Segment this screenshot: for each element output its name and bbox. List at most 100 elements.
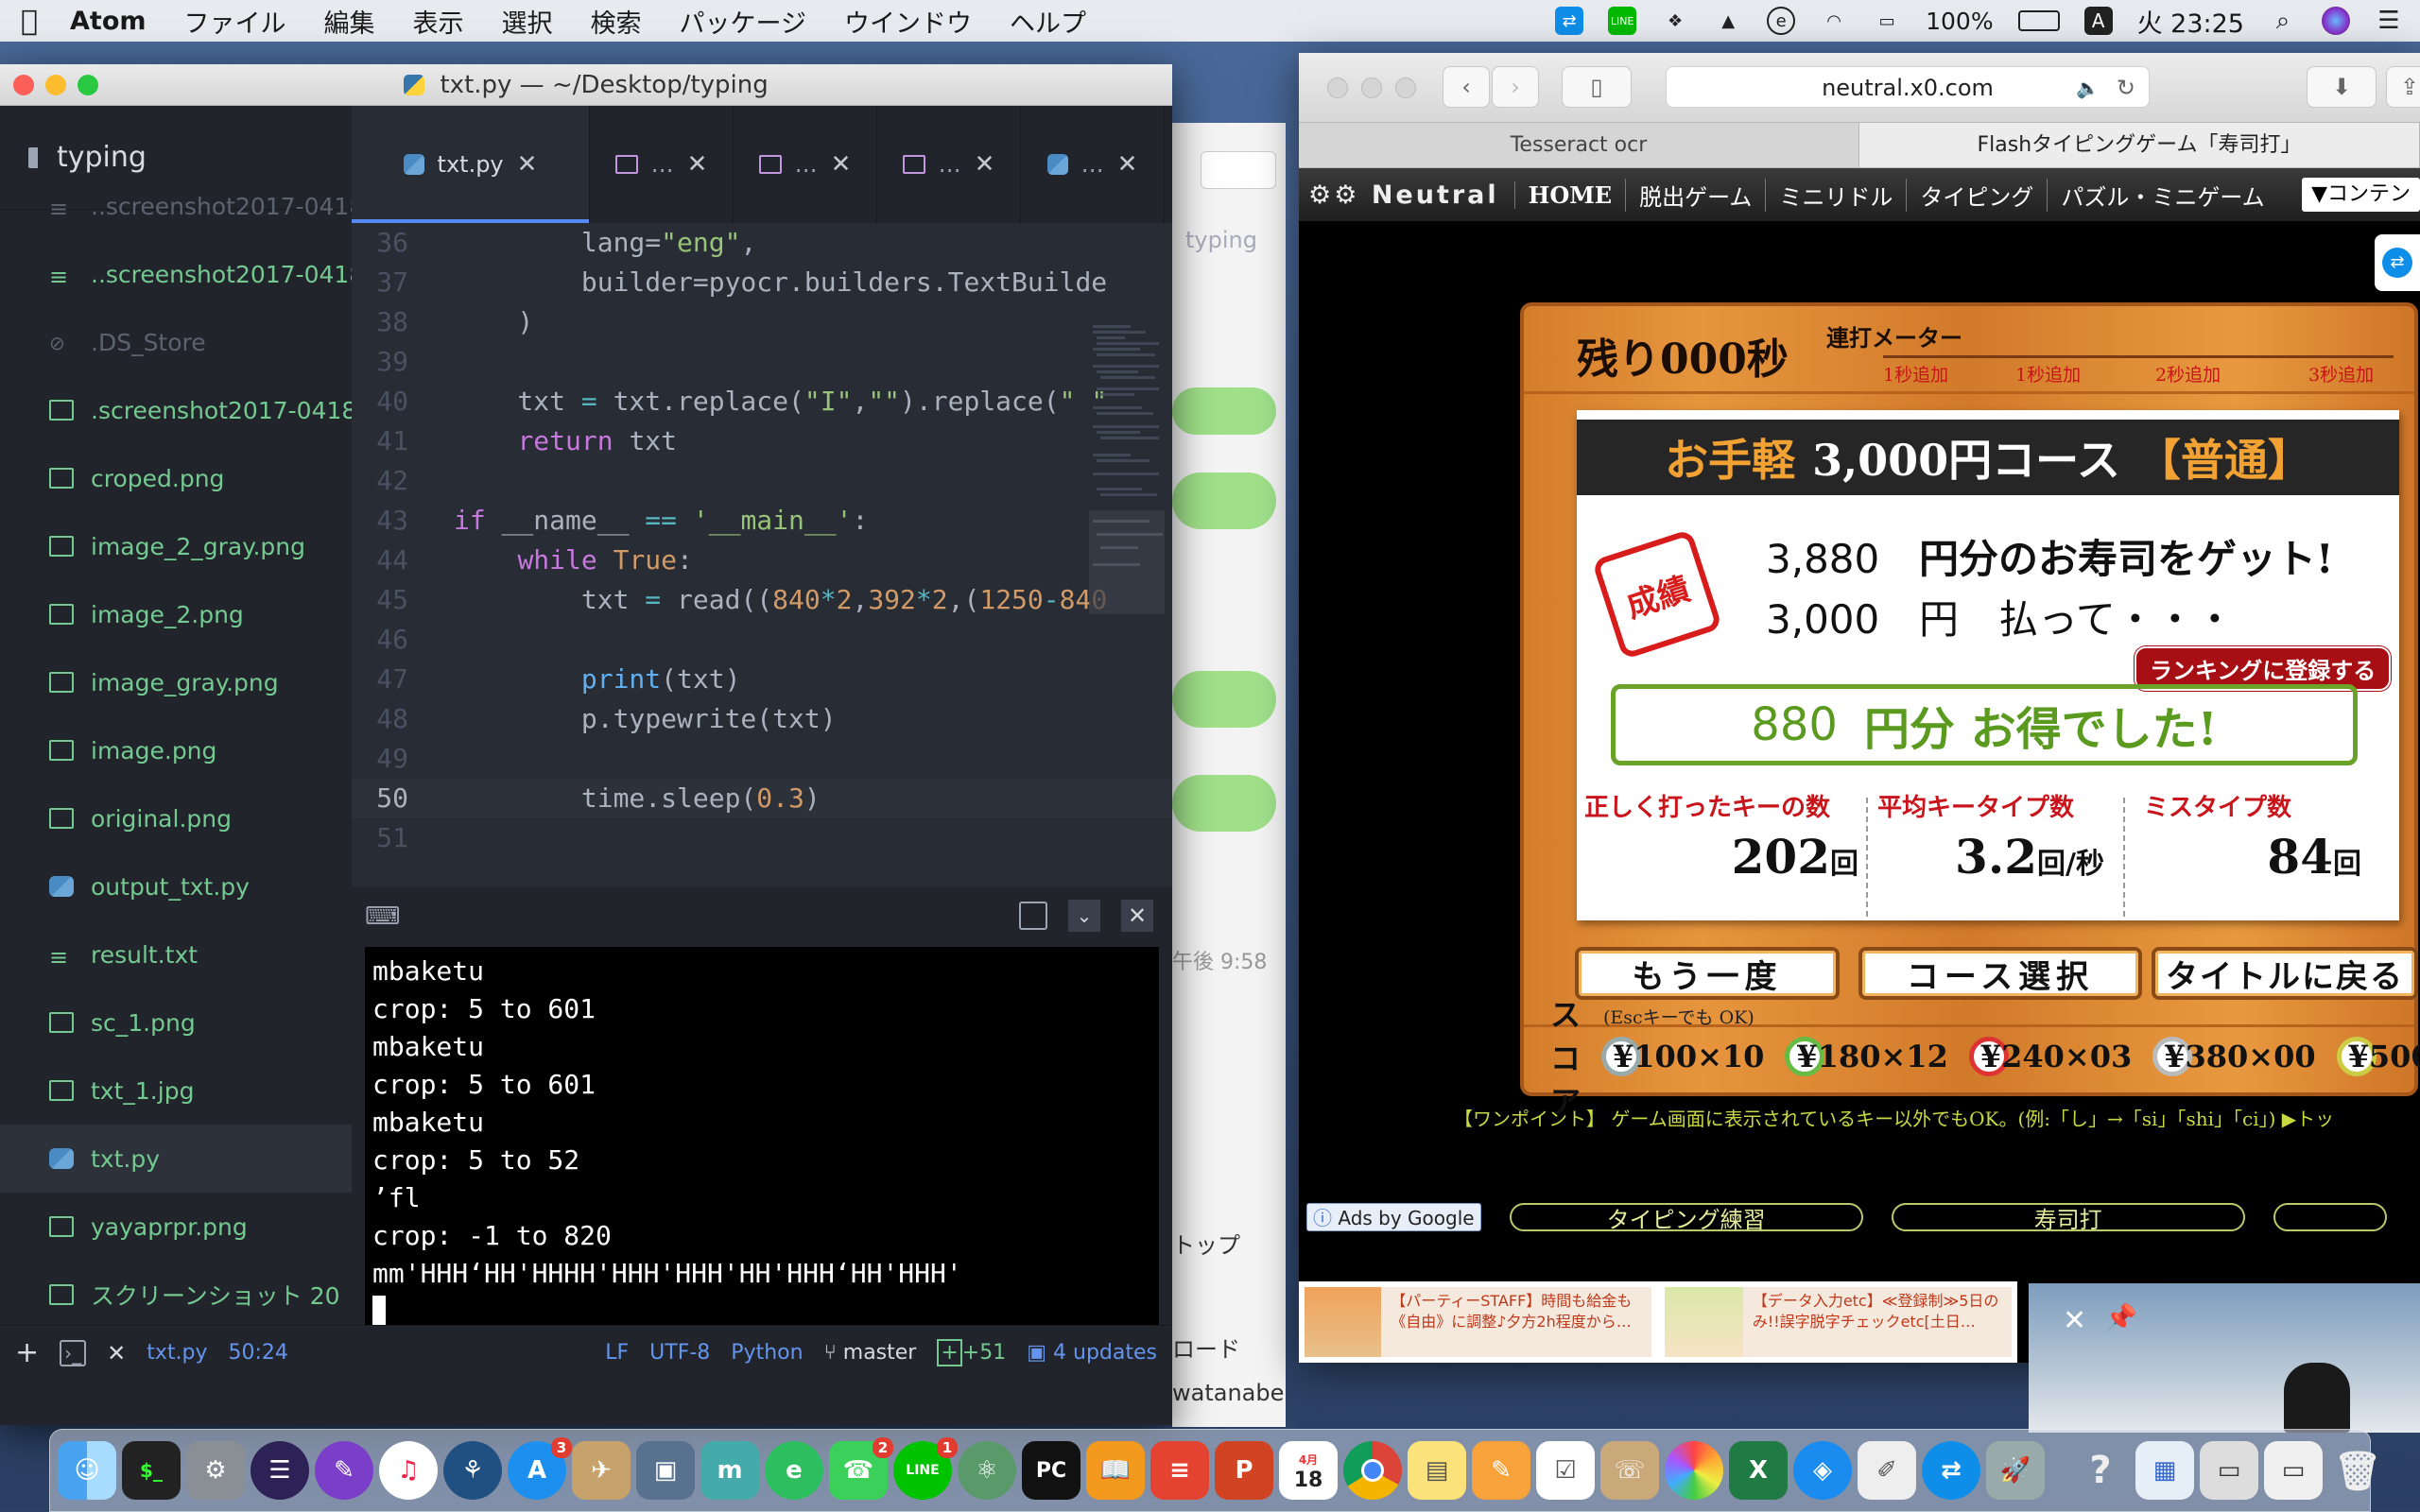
close-window-button[interactable] [13, 75, 34, 95]
nav-puzzle[interactable]: パズル・ミニゲーム [2047, 178, 2277, 212]
code-line[interactable]: 41 return txt [352, 421, 1172, 461]
close-tab-icon[interactable]: ✕ [831, 150, 852, 179]
reload-icon[interactable]: ↻ [2117, 67, 2135, 109]
tree-item[interactable]: image_gray.png [0, 648, 352, 716]
close-window-button[interactable] [1327, 77, 1348, 98]
tree-item[interactable]: .screenshot2017-0418 [0, 376, 352, 444]
code-editor[interactable]: 36 lang="eng", 37 builder=pyocr.builders.… [352, 223, 1172, 886]
eclipse-icon[interactable]: ☰ [251, 1441, 309, 1500]
add-tab-icon[interactable]: + [15, 1336, 39, 1369]
apple-icon[interactable]:  [21, 5, 38, 38]
code-line[interactable]: 36 lang="eng", [352, 223, 1172, 263]
help-icon[interactable]: ? [2071, 1441, 2130, 1500]
pycharm-icon[interactable]: PC [1022, 1441, 1080, 1500]
textedit-icon[interactable]: ✐ [1858, 1441, 1916, 1500]
code-line[interactable]: 48 p.typewrite(txt) [352, 699, 1172, 739]
ads-by-google[interactable]: ⓘ Ads by Google [1306, 1203, 1481, 1231]
audio-icon[interactable]: 🔈 [2076, 67, 2100, 109]
system-preferences-icon[interactable]: ⚙ [186, 1441, 245, 1500]
atom-icon[interactable]: ⚛ [958, 1441, 1016, 1500]
terminal-app-icon[interactable]: $_ [122, 1441, 181, 1500]
documents-stack-icon[interactable]: ▭ [2200, 1441, 2258, 1500]
contents-dropdown[interactable]: ▼コンテン [2302, 178, 2420, 212]
trash-icon[interactable]: 🗑 [2328, 1441, 2387, 1500]
tree-item[interactable]: output_txt.py [0, 852, 352, 920]
battery-icon[interactable] [2017, 10, 2060, 31]
powerpoint-icon[interactable]: P [1215, 1441, 1273, 1500]
line-icon[interactable]: LINE 1 [893, 1437, 958, 1500]
minimap[interactable] [1089, 321, 1165, 614]
photos-icon[interactable] [1665, 1441, 1723, 1500]
facetime-icon[interactable]: ☎ 2 [829, 1437, 893, 1500]
sidebar-toggle-button[interactable]: ▯ [1562, 66, 1632, 108]
ad-card[interactable]: 【データ入力etc】≪登録制≫5日のみ!!誤字脱字チェックetc[土日… [1665, 1287, 2012, 1357]
nav-escape-games[interactable]: 脱出ゲーム [1625, 178, 1765, 212]
maximize-terminal-icon[interactable] [1019, 902, 1047, 930]
menu-find[interactable]: 検索 [591, 3, 642, 40]
nav-home[interactable]: HOME [1513, 180, 1625, 209]
atom-titlebar[interactable]: txt.py — ~/Desktop/typing [0, 64, 1172, 106]
address-bar[interactable]: neutral.x0.com 🔈 ↻ [1666, 66, 2150, 108]
close-tab-icon[interactable]: ✕ [517, 150, 538, 179]
code-line[interactable]: 46 [352, 620, 1172, 660]
tree-item[interactable]: ⊘ .DS_Store [0, 308, 352, 376]
code-line[interactable]: 40 txt = txt.replace("I","").replace(" " [352, 382, 1172, 421]
keyboard-icon[interactable]: ⌨ [365, 902, 401, 931]
downloads-button[interactable]: ⬇ [2307, 66, 2377, 108]
reminders-icon[interactable]: ☑ [1536, 1441, 1595, 1500]
editor-tab[interactable]: … ✕ [734, 106, 877, 223]
status-eol[interactable]: LF [605, 1341, 629, 1365]
chrome-icon[interactable] [1343, 1441, 1402, 1500]
clock[interactable]: 火 23:25 [2137, 3, 2244, 40]
preview-icon[interactable]: ✈ [572, 1441, 631, 1500]
code-line[interactable]: 44 while True: [352, 541, 1172, 580]
minimize-window-button[interactable] [45, 75, 66, 95]
siri-icon[interactable] [2322, 7, 2350, 35]
code-line[interactable]: 45 txt = read((840*2,392*2,(1250-840 [352, 580, 1172, 620]
tree-item[interactable]: image_2_gray.png [0, 512, 352, 580]
line-status-icon[interactable]: LINE [1608, 7, 1637, 35]
code-line[interactable]: 47 print(txt) [352, 660, 1172, 699]
tree-item[interactable]: スクリーンショット 20 [0, 1261, 352, 1325]
calendar-icon[interactable]: 4月 18 [1279, 1441, 1338, 1500]
git-branch[interactable]: ⑂ master [824, 1341, 917, 1365]
menu-app-name[interactable]: Atom [70, 7, 147, 36]
status-encoding[interactable]: UTF-8 [649, 1341, 710, 1365]
nav-typing[interactable]: タイピング [1906, 178, 2047, 212]
tree-item[interactable]: yayaprpr.png [0, 1193, 352, 1261]
itunes-icon[interactable]: ♫ [379, 1441, 438, 1500]
editor-tab[interactable]: … ✕ [1021, 106, 1165, 223]
menu-view[interactable]: 表示 [413, 3, 464, 40]
close-tab-icon[interactable]: ✕ [1117, 150, 1138, 179]
code-line[interactable]: 39 [352, 342, 1172, 382]
code-line[interactable]: 50 time.sleep(0.3) [352, 779, 1172, 818]
menu-window[interactable]: ウインドウ [844, 3, 972, 40]
ad-card[interactable]: 【パーティーSTAFF】時間も給金も《自由》に調整♪夕方2h程度から… [1305, 1287, 1651, 1357]
tree-item[interactable]: original.png [0, 784, 352, 852]
launchpad-icon[interactable]: 🚀 [1986, 1441, 2045, 1500]
status-grammar[interactable]: Python [731, 1341, 803, 1365]
back-to-title-button[interactable]: タイトルに戻る [2152, 947, 2418, 1000]
code-line[interactable]: 38 ) [352, 302, 1172, 342]
contacts-icon[interactable]: ☏ [1600, 1441, 1659, 1500]
pen-app-icon[interactable]: ✎ [315, 1441, 373, 1500]
code-line[interactable]: 43 if __name__ == '__main__': [352, 501, 1172, 541]
notes-icon[interactable]: ▤ [1408, 1441, 1466, 1500]
hide-terminal-icon[interactable]: ⌄ [1068, 900, 1100, 932]
close-icon[interactable]: ✕ [107, 1340, 126, 1366]
zoom-window-button[interactable] [1395, 77, 1416, 98]
close-tab-icon[interactable]: ✕ [975, 150, 995, 179]
terminal-output[interactable]: mbaketu crop: 5 to 601 mbaketu crop: 5 to 6… [365, 947, 1159, 1328]
tab-sushida[interactable]: Flashタイピングゲーム「寿司打」 [1859, 123, 2420, 167]
dropbox-icon[interactable]: ❖ [1661, 7, 1689, 35]
tree-item[interactable]: ≡ ..screenshot2017-0418 [0, 172, 352, 240]
code-line[interactable]: 37 builder=pyocr.builders.TextBuilde [352, 263, 1172, 302]
forward-button[interactable]: › [1492, 66, 1539, 108]
close-terminal-icon[interactable]: ✕ [1121, 900, 1153, 932]
back-button[interactable]: ‹ [1443, 66, 1490, 108]
tab-tesseract[interactable]: Tesseract ocr [1299, 123, 1859, 167]
close-icon[interactable]: ✕ [2063, 1304, 2086, 1337]
retry-button[interactable]: もう一度 [1575, 947, 1840, 1000]
notification-center-icon[interactable]: ☰ [2375, 7, 2403, 35]
spotlight-search-icon[interactable]: ⌕ [2269, 7, 2297, 35]
